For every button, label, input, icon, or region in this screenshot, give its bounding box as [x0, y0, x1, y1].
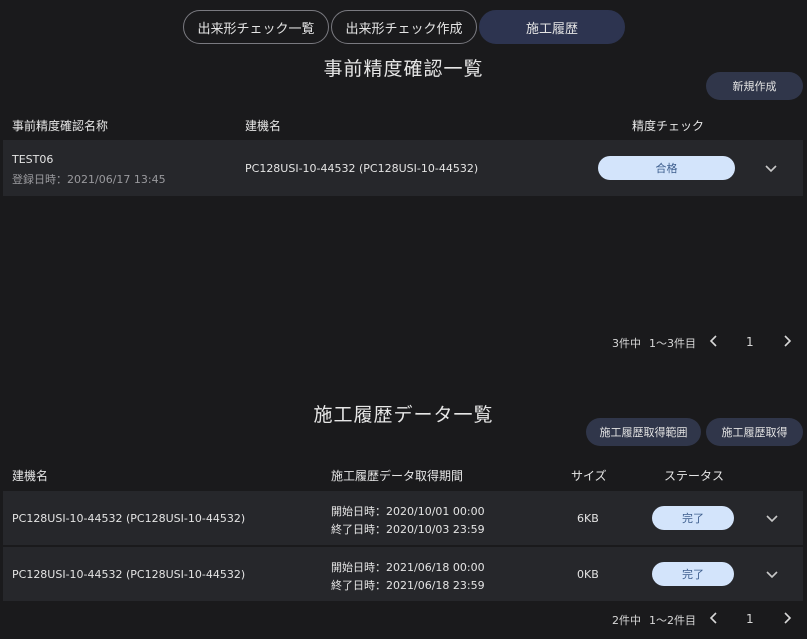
machine-name: PC128USI-10-44532 (PC128USI-10-44532): [245, 162, 479, 175]
start-date: 開始日時：2021/06/18 00:00: [331, 561, 485, 574]
history-fetch-button[interactable]: 施工履歴取得: [706, 418, 803, 446]
end-date: 終了日時：2021/06/18 23:59: [331, 579, 485, 592]
pager-page: 1: [746, 612, 754, 626]
pager-range: 1〜3件目: [649, 337, 696, 350]
tab-dekigata-create[interactable]: 出来形チェック作成: [331, 10, 477, 44]
chevron-down-icon[interactable]: [764, 164, 778, 174]
pager-total: 2件中: [612, 614, 641, 627]
file-size: 6KB: [577, 512, 599, 525]
chevron-down-icon[interactable]: [765, 570, 779, 580]
header-machine: 建機名: [12, 469, 49, 483]
chevron-right-icon[interactable]: [781, 335, 793, 347]
header-size: サイズ: [571, 469, 607, 483]
new-button[interactable]: 新規作成: [706, 72, 803, 100]
chevron-right-icon[interactable]: [781, 612, 793, 624]
pager-range: 1〜2件目: [649, 614, 696, 627]
machine-name: PC128USI-10-44532 (PC128USI-10-44532): [12, 568, 246, 581]
file-size: 0KB: [577, 568, 599, 581]
machine-name: PC128USI-10-44532 (PC128USI-10-44532): [12, 512, 246, 525]
status-badge: 完了: [652, 506, 734, 530]
chevron-down-icon[interactable]: [765, 514, 779, 524]
precheck-name: TEST06: [12, 153, 54, 166]
header-period: 施工履歴データ取得期間: [331, 469, 464, 483]
header-accuracy-check: 精度チェック: [632, 119, 705, 133]
table-row[interactable]: PC128USI-10-44532 (PC128USI-10-44532) 開始…: [3, 491, 803, 545]
registered-date: 登録日時：2021/06/17 13:45: [12, 173, 166, 186]
start-date: 開始日時：2020/10/01 00:00: [331, 505, 485, 518]
tab-history[interactable]: 施工履歴: [479, 10, 625, 44]
chevron-left-icon[interactable]: [708, 335, 720, 347]
status-badge: 合格: [598, 156, 735, 180]
history-range-button[interactable]: 施工履歴取得範囲: [586, 418, 701, 446]
pager-total: 3件中: [612, 337, 641, 350]
pager-page: 1: [746, 335, 754, 349]
header-precheck-name: 事前精度確認名称: [12, 119, 109, 133]
chevron-left-icon[interactable]: [708, 612, 720, 624]
end-date: 終了日時：2020/10/03 23:59: [331, 523, 485, 536]
table-row[interactable]: TEST06 登録日時：2021/06/17 13:45 PC128USI-10…: [3, 140, 803, 196]
precheck-title: 事前精度確認一覧: [323, 58, 484, 80]
tab-bar: 出来形チェック一覧 出来形チェック作成 施工履歴: [183, 10, 627, 44]
header-status: ステータス: [664, 469, 725, 483]
table-row[interactable]: PC128USI-10-44532 (PC128USI-10-44532) 開始…: [3, 547, 803, 601]
tab-dekigata-list[interactable]: 出来形チェック一覧: [183, 10, 329, 44]
header-machine: 建機名: [245, 119, 282, 133]
status-badge: 完了: [652, 562, 734, 586]
